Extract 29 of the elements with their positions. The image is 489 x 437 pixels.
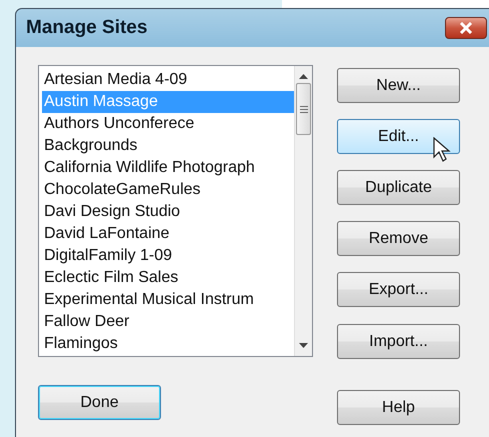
site-item[interactable]: DigitalFamily 1-09: [42, 245, 294, 267]
dialog-button[interactable]: New...: [337, 68, 460, 103]
site-item[interactable]: Fallow Deer: [42, 311, 294, 333]
site-item[interactable]: Davi Design Studio: [42, 201, 294, 223]
dialog-button[interactable]: Duplicate: [337, 170, 460, 205]
scroll-thumb[interactable]: [296, 83, 311, 135]
site-item[interactable]: Eclectic Film Sales: [42, 267, 294, 289]
window-title: Manage Sites: [26, 17, 148, 39]
close-button[interactable]: [445, 17, 487, 39]
grip-icon: [300, 106, 308, 112]
site-item[interactable]: Backgrounds: [42, 135, 294, 157]
close-icon: [459, 22, 473, 34]
site-item[interactable]: Artesian Media 4-09: [42, 69, 294, 91]
done-button[interactable]: Done: [38, 385, 161, 420]
dialog-button[interactable]: Import...: [337, 324, 460, 359]
dialog-button[interactable]: Remove: [337, 221, 460, 256]
scrollbar[interactable]: [294, 66, 312, 356]
site-item[interactable]: California Wildlife Photograph: [42, 157, 294, 179]
help-button[interactable]: Help: [337, 390, 460, 425]
site-item[interactable]: ChocolateGameRules: [42, 179, 294, 201]
site-item[interactable]: Experimental Musical Instrum: [42, 289, 294, 311]
site-list[interactable]: [38, 65, 313, 357]
mouse-pointer-icon: [433, 137, 451, 163]
site-item[interactable]: Authors Unconferece: [42, 113, 294, 135]
scroll-down-icon: [299, 343, 308, 348]
site-item[interactable]: David LaFontaine: [42, 223, 294, 245]
scroll-up-icon: [299, 74, 308, 79]
site-item[interactable]: Flamingos: [42, 333, 294, 355]
dialog-button[interactable]: Export...: [337, 272, 460, 307]
